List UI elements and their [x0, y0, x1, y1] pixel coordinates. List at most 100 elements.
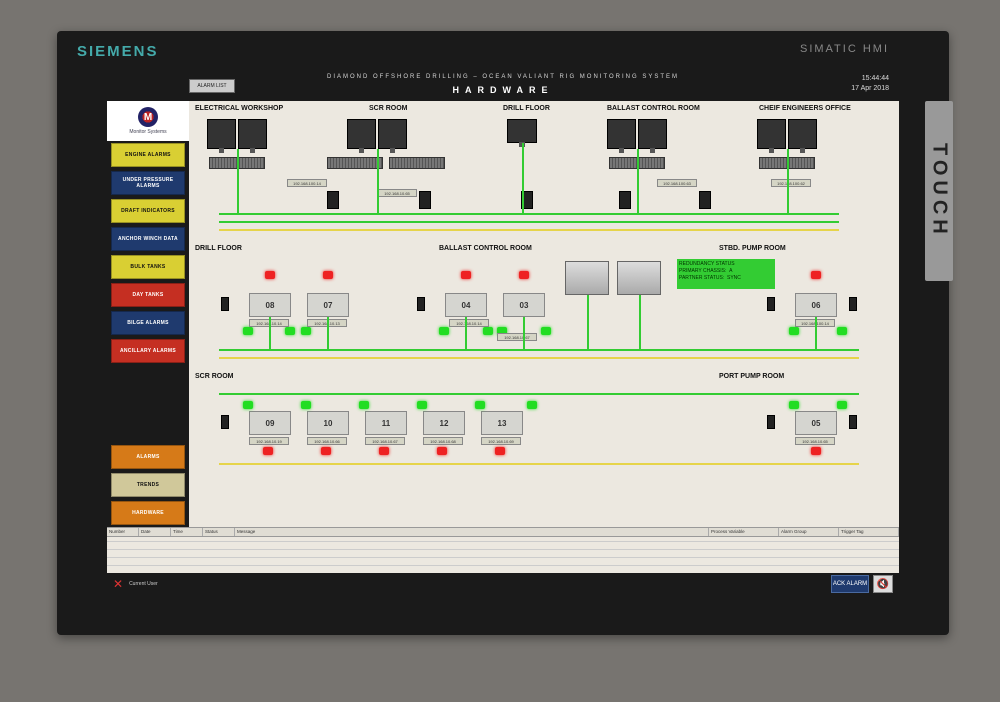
- ip-tag: 192.168.10.67: [365, 437, 405, 445]
- touch-label: TOUCH: [925, 101, 953, 281]
- net-line: [219, 221, 839, 223]
- label-drill-floor-2: DRILL FLOOR: [195, 245, 242, 252]
- redundancy-status-box: REDUNDANCY STATUS PRIMARY CHASSIS: A PAR…: [677, 259, 775, 289]
- status-led-red: [263, 447, 273, 455]
- ip-tag: 192.168.10.65: [795, 437, 835, 445]
- net-line: [237, 149, 239, 213]
- footer-bar: ✕ Current User ACK ALARM 🔇: [107, 573, 899, 595]
- net-line: [787, 149, 789, 213]
- label-stbd-pump-room: STBD. PUMP ROOM: [719, 245, 786, 252]
- nav-ancillary-alarms[interactable]: ANCILLARY ALARMS: [111, 339, 185, 363]
- status-led-red: [519, 271, 529, 279]
- plc-09[interactable]: 09: [249, 411, 291, 435]
- plc-10[interactable]: 10: [307, 411, 349, 435]
- nav-day-tanks[interactable]: DAY TANKS: [111, 283, 185, 307]
- status-led-green: [359, 401, 369, 409]
- workstation-bcr: [607, 119, 667, 149]
- status-led-green: [475, 401, 485, 409]
- logo: M Monitor Systems: [107, 101, 189, 141]
- clock: 15:44:44 17 Apr 2018: [851, 74, 889, 94]
- status-led-green: [837, 401, 847, 409]
- net-line: [815, 317, 817, 349]
- bezel-model: SIMATIC HMI: [800, 43, 889, 55]
- io-node: [221, 415, 229, 429]
- ip-tag: 192.168.100.14: [287, 179, 327, 187]
- plc-12[interactable]: 12: [423, 411, 465, 435]
- status-led-red: [811, 447, 821, 455]
- redundant-chassis-b: [617, 261, 661, 295]
- ip-tag: 192.168.10.69: [481, 437, 521, 445]
- label-electrical-workshop: ELECTRICAL WORKSHOP: [195, 105, 283, 112]
- net-line: [219, 349, 859, 351]
- io-node: [767, 415, 775, 429]
- switch-node: [619, 191, 631, 209]
- switch-node: [327, 191, 339, 209]
- redundant-chassis-a: [565, 261, 609, 295]
- label-scr-room-2: SCR ROOM: [195, 373, 234, 380]
- nav-bilge-alarms[interactable]: BILGE ALARMS: [111, 311, 185, 335]
- ack-alarm-button[interactable]: ACK ALARM: [831, 575, 869, 593]
- plc-05[interactable]: 05: [795, 411, 837, 435]
- rack-scr-2: [389, 157, 445, 169]
- status-led-red: [323, 271, 333, 279]
- speaker-mute-icon: 🔇: [877, 579, 889, 590]
- plc-13[interactable]: 13: [481, 411, 523, 435]
- status-led-green: [837, 327, 847, 335]
- ip-tag: 192.168.10.65: [377, 189, 417, 197]
- label-port-pump-room: PORT PUMP ROOM: [719, 373, 784, 380]
- hmi-bezel: SIEMENS SIMATIC HMI TOUCH ALARM LIST DIA…: [57, 31, 949, 635]
- system-title: DIAMOND OFFSHORE DRILLING – OCEAN VALIAN…: [327, 74, 679, 80]
- status-led-red: [811, 271, 821, 279]
- net-line: [377, 149, 379, 213]
- status-led-red: [321, 447, 331, 455]
- nav-under-pressure-alarms[interactable]: UNDER PRESSURE ALARMS: [111, 171, 185, 195]
- net-line: [327, 317, 329, 349]
- status-led-green: [789, 401, 799, 409]
- label-ballast-control-room-2: BALLAST CONTROL ROOM: [439, 245, 532, 252]
- rack-scr-1: [327, 157, 383, 169]
- status-led-green: [789, 327, 799, 335]
- status-led-red: [265, 271, 275, 279]
- nav-trends[interactable]: TRENDS: [111, 473, 185, 497]
- alarm-list-button[interactable]: ALARM LIST: [189, 79, 235, 93]
- label-scr-room: SCR ROOM: [369, 105, 408, 112]
- label-ballast-control-room: BALLAST CONTROL ROOM: [607, 105, 700, 112]
- net-line: [522, 143, 524, 213]
- alarm-grid-rows[interactable]: [107, 537, 899, 573]
- nav-anchor-winch-data[interactable]: ANCHOR WINCH DATA: [111, 227, 185, 251]
- status-led-green: [243, 401, 253, 409]
- ip-tag: 192.168.10.68: [423, 437, 463, 445]
- status-led-red: [461, 271, 471, 279]
- status-led-green: [527, 401, 537, 409]
- net-line: [523, 317, 525, 349]
- plc-06[interactable]: 06: [795, 293, 837, 317]
- io-node: [849, 415, 857, 429]
- status-led-red: [495, 447, 505, 455]
- plc-04[interactable]: 04: [445, 293, 487, 317]
- logo-text: Monitor Systems: [129, 129, 166, 135]
- mute-button[interactable]: 🔇: [873, 575, 893, 593]
- alarm-grid-area: Number Date Time Status Message Process …: [107, 527, 899, 573]
- net-line: [465, 317, 467, 349]
- nav-engine-alarms[interactable]: ENGINE ALARMS: [111, 143, 185, 167]
- net-line-y: [219, 229, 839, 231]
- plc-03[interactable]: 03: [503, 293, 545, 317]
- plc-08[interactable]: 08: [249, 293, 291, 317]
- status-led-green: [301, 401, 311, 409]
- logo-icon: M: [138, 107, 158, 127]
- label-chief-engineers-office: CHEIF ENGINEERS OFFICE: [759, 105, 851, 112]
- switch-node: [699, 191, 711, 209]
- plc-11[interactable]: 11: [365, 411, 407, 435]
- status-led-green: [541, 327, 551, 335]
- nav-alarms[interactable]: ALARMS: [111, 445, 185, 469]
- net-line: [219, 213, 839, 215]
- nav-hardware[interactable]: HARDWARE: [111, 501, 185, 525]
- close-icon[interactable]: ✕: [113, 577, 123, 591]
- alarm-grid-header: Number Date Time Status Message Process …: [107, 527, 899, 537]
- nav-draft-indicators[interactable]: DRAFT INDICATORS: [111, 199, 185, 223]
- topology-canvas: ELECTRICAL WORKSHOP SCR ROOM DRILL FLOOR…: [189, 101, 899, 527]
- nav-bulk-tanks[interactable]: BULK TANKS: [111, 255, 185, 279]
- ip-tag: 192.168.10.19: [249, 437, 289, 445]
- plc-07[interactable]: 07: [307, 293, 349, 317]
- ip-tag: 192.168.100.62: [771, 179, 811, 187]
